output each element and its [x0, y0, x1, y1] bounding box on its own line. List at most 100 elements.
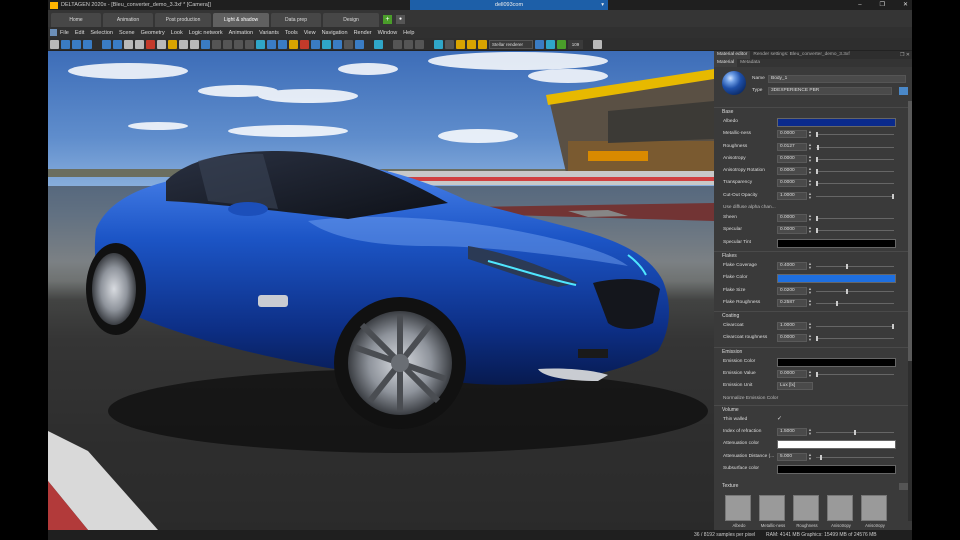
disabled-tool-5-icon[interactable] — [344, 39, 353, 49]
disabled-tool-4-icon[interactable] — [245, 39, 254, 49]
tab-design[interactable]: Design — [323, 13, 379, 27]
menu-look[interactable]: Look — [171, 30, 183, 36]
property-slider[interactable] — [816, 372, 894, 378]
save-as-icon[interactable] — [83, 39, 92, 49]
material-icon[interactable] — [190, 39, 199, 49]
spinner-arrows-icon[interactable]: ▲ ▼ — [808, 226, 812, 234]
property-slider[interactable] — [816, 144, 894, 150]
slider-handle[interactable] — [846, 263, 849, 269]
texture-slot[interactable]: Anisotropy — [861, 495, 887, 528]
property-value-field[interactable]: 1.0000 — [777, 322, 807, 331]
menu-geometry[interactable]: Geometry — [141, 30, 165, 36]
tab-animation[interactable]: Animation — [103, 13, 153, 27]
color-swatch[interactable] — [777, 357, 896, 367]
property-value-field[interactable]: 0.0000 — [777, 154, 807, 163]
spinner-arrows-icon[interactable]: ▲ ▼ — [808, 179, 812, 187]
camera-icon[interactable] — [322, 39, 331, 49]
pin-icon[interactable]: ● — [396, 15, 405, 24]
menu-navigation[interactable]: Navigation — [322, 30, 348, 36]
slider-handle[interactable] — [816, 216, 818, 222]
property-value-field[interactable]: 0.0000 — [777, 226, 807, 235]
property-slider[interactable] — [816, 288, 894, 294]
slider-handle[interactable] — [892, 193, 894, 199]
unit-select[interactable]: Lux [lx] — [777, 382, 813, 391]
close-icon[interactable]: ✕ — [903, 0, 908, 10]
disabled-tool-7-icon[interactable] — [445, 39, 454, 49]
render-viewport[interactable] — [48, 51, 714, 530]
rotate-tool-icon[interactable] — [278, 39, 287, 49]
spinner-arrows-icon[interactable]: ▲ ▼ — [808, 167, 812, 175]
slider-handle[interactable] — [854, 429, 856, 435]
slider-handle[interactable] — [835, 300, 838, 306]
spinner-arrows-icon[interactable]: ▲ ▼ — [808, 334, 812, 342]
viewport-layout-icon[interactable] — [374, 39, 383, 49]
slider-handle[interactable] — [816, 336, 818, 342]
texture-slot[interactable]: Metallic-ness — [759, 495, 785, 528]
maximize-icon[interactable]: ❐ — [880, 0, 885, 10]
color-swatch[interactable] — [777, 118, 896, 127]
texture-slot[interactable]: Anisotropy — [827, 495, 853, 528]
color-swatch[interactable] — [777, 464, 896, 474]
property-value-field[interactable]: 5.000 — [777, 452, 807, 461]
property-slider[interactable] — [816, 156, 894, 162]
tab-light-shadow[interactable]: Light & shadow — [213, 13, 269, 27]
property-slider[interactable] — [816, 324, 894, 330]
spinner-arrows-icon[interactable]: ▲ ▼ — [808, 286, 812, 295]
color-swatch[interactable] — [777, 440, 896, 450]
property-slider[interactable] — [816, 181, 894, 187]
slider-handle[interactable] — [816, 181, 818, 187]
minimize-icon[interactable]: – — [858, 0, 861, 10]
renderer-select[interactable]: Stellar renderer — [489, 39, 533, 49]
spinner-arrows-icon[interactable]: ▲ ▼ — [808, 322, 812, 330]
pivot-icon[interactable] — [311, 39, 320, 49]
texture-slot[interactable]: Albedo — [725, 495, 751, 528]
menu-selection[interactable]: Selection — [90, 30, 113, 36]
property-slider[interactable] — [816, 193, 894, 199]
panel-window-buttons[interactable]: ❐ ✕ — [900, 51, 910, 59]
new-file-icon[interactable] — [50, 39, 59, 49]
environment-icon[interactable] — [201, 39, 210, 49]
property-value-field[interactable]: 0.0000 — [777, 179, 807, 188]
material-preview-sphere[interactable] — [722, 71, 746, 95]
tab-post-production[interactable]: Post production — [155, 13, 211, 27]
property-slider[interactable] — [816, 216, 894, 222]
slider-handle[interactable] — [892, 324, 894, 330]
spinner-arrows-icon[interactable]: ▲ ▼ — [808, 298, 812, 307]
slider-handle[interactable] — [816, 372, 818, 378]
slider-handle[interactable] — [816, 144, 819, 150]
property-value-field[interactable]: 0.0000 — [777, 334, 807, 343]
sphere-icon[interactable] — [179, 39, 188, 49]
lightning-icon[interactable] — [456, 39, 465, 49]
slider-handle[interactable] — [816, 169, 818, 175]
paste-icon[interactable] — [135, 39, 144, 49]
select-tool-icon[interactable] — [256, 39, 265, 49]
material-name-field[interactable]: Body_1 — [768, 75, 906, 83]
undo-icon[interactable] — [102, 39, 111, 49]
slider-handle[interactable] — [816, 228, 818, 234]
spinner-arrows-icon[interactable]: ▲ ▼ — [808, 452, 812, 461]
property-slider[interactable] — [816, 429, 894, 435]
disabled-tool-6-icon[interactable] — [415, 39, 424, 49]
disabled-tool-3-icon[interactable] — [234, 39, 243, 49]
move-tool-icon[interactable] — [267, 39, 276, 49]
property-slider[interactable] — [816, 228, 894, 234]
menu-tools[interactable]: Tools — [285, 30, 298, 36]
material-type-select[interactable]: 3DEXPERIENCE PBR — [768, 87, 892, 95]
spinner-arrows-icon[interactable]: ▲ ▼ — [808, 261, 812, 270]
menu-help[interactable]: Help — [403, 30, 414, 36]
property-slider[interactable] — [816, 336, 894, 342]
color-swatch[interactable] — [777, 238, 896, 248]
sun-icon[interactable] — [467, 39, 476, 49]
slider-handle[interactable] — [816, 132, 818, 138]
bulb-icon[interactable] — [478, 39, 487, 49]
property-value-field[interactable]: 0.0000 — [777, 130, 807, 139]
chevron-down-icon[interactable]: ▾ — [601, 0, 604, 10]
scrollbar-thumb[interactable] — [908, 101, 912, 361]
spinner-arrows-icon[interactable]: ▲ ▼ — [808, 142, 812, 151]
property-value-field[interactable]: 0.0000 — [777, 214, 807, 223]
spinner-arrows-icon[interactable]: ▲ ▼ — [808, 154, 812, 163]
render-output-icon[interactable] — [557, 39, 566, 49]
tab-render-settings[interactable]: Render settings: Bleu_converter_demo_3.3… — [750, 51, 852, 59]
light-icon[interactable] — [168, 39, 177, 49]
menu-window[interactable]: Window — [378, 30, 398, 36]
